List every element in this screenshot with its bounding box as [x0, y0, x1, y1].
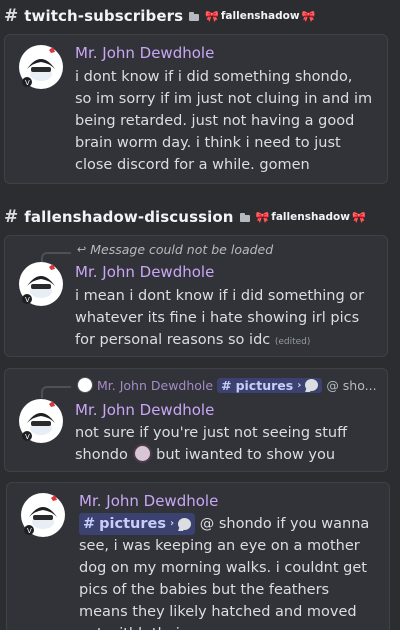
- reply-arrow-icon: ↩: [77, 243, 87, 256]
- avatar-art: V: [22, 494, 64, 536]
- thread-bubble-icon: [305, 379, 319, 391]
- message-card[interactable]: V Mr. John Dewdhole i dont know if i did…: [4, 34, 388, 184]
- svg-text:V: V: [27, 527, 32, 535]
- avatar[interactable]: V: [19, 45, 63, 89]
- reply-author[interactable]: Mr. John Dewdhole: [97, 378, 213, 393]
- bow-icon: 🎀: [351, 210, 366, 224]
- folder-icon: [189, 11, 200, 21]
- message-text-line1: not sure if you're just not seeing stuff: [75, 425, 348, 441]
- message-body: not sure if you're just not seeing stuff…: [75, 422, 375, 466]
- message-text: i dont know if i did something shondo, s…: [75, 69, 373, 173]
- svg-text:V: V: [25, 433, 30, 441]
- message-text-line2: but iwanted to show you: [156, 447, 336, 463]
- server-tag[interactable]: 🎀 fallenshadow 🎀: [205, 10, 315, 22]
- bow-icon: 🎀: [255, 210, 270, 224]
- avatar-art: V: [20, 263, 62, 305]
- channel-hash-icon: #: [221, 377, 232, 393]
- avatar[interactable]: V: [19, 399, 63, 443]
- server-tag[interactable]: 🎀 fallenshadow 🎀: [256, 211, 366, 223]
- message-card[interactable]: Mr. John Dewdhole # pictures › @ sho... …: [4, 368, 388, 472]
- message-card[interactable]: V Mr. John Dewdhole # pictures › @ shond…: [6, 482, 390, 630]
- channel-hash-icon: #: [83, 516, 96, 532]
- reply-text: Message could not be loaded: [90, 242, 274, 257]
- edited-label: (edited): [274, 337, 311, 347]
- message-text-line1: @ shondo if you wanna: [199, 516, 370, 532]
- reply-connector: [41, 386, 71, 398]
- reply-preview[interactable]: Mr. John Dewdhole # pictures › @ sho...: [77, 377, 377, 393]
- channel-hash-icon: #: [4, 6, 19, 26]
- message-text-mention: shondo: [75, 447, 128, 463]
- chevron-right-icon: ›: [297, 379, 302, 391]
- channel-header-twitch-subscribers[interactable]: # twitch-subscribers 🎀 fallenshadow 🎀: [4, 6, 315, 26]
- channel-header-fallenshadow-discussion[interactable]: # fallenshadow-discussion 🎀 fallenshadow…: [4, 207, 366, 227]
- svg-text:V: V: [25, 296, 30, 304]
- reply-preview[interactable]: ↩ Message could not be loaded: [77, 242, 273, 257]
- server-name: fallenshadow: [220, 10, 300, 22]
- thread-bubble-icon: [178, 518, 192, 530]
- chevron-right-icon: ›: [169, 518, 175, 529]
- message-text: see, i was keeping an eye on a mother do…: [79, 538, 367, 630]
- message-author[interactable]: Mr. John Dewdhole: [75, 263, 214, 281]
- server-name: fallenshadow: [271, 211, 350, 223]
- avatar-art: V: [20, 46, 62, 88]
- reply-avatar: [77, 377, 93, 393]
- channel-hash-icon: #: [4, 207, 19, 227]
- channel-name[interactable]: twitch-subscribers: [24, 7, 183, 25]
- custom-emoji-icon: [132, 444, 152, 463]
- avatar-art: V: [20, 400, 62, 442]
- message-card[interactable]: ↩ Message could not be loaded V Mr. John…: [4, 235, 388, 357]
- channel-mention-chip[interactable]: # pictures ›: [217, 377, 323, 393]
- bow-icon: 🎀: [205, 9, 219, 23]
- channel-name[interactable]: fallenshadow-discussion: [24, 208, 233, 226]
- avatar[interactable]: V: [21, 493, 65, 537]
- channel-mention-chip[interactable]: # pictures ›: [79, 513, 196, 535]
- message-author[interactable]: Mr. John Dewdhole: [79, 492, 218, 510]
- message-author[interactable]: Mr. John Dewdhole: [75, 401, 214, 419]
- reply-snippet: @ sho...: [326, 377, 377, 393]
- message-author[interactable]: Mr. John Dewdhole: [75, 44, 214, 62]
- avatar[interactable]: V: [19, 262, 63, 306]
- message-body: i mean i dont know if i did something or…: [75, 285, 375, 353]
- message-text: i mean i dont know if i did something or…: [75, 288, 365, 348]
- bow-icon: 🎀: [301, 9, 316, 23]
- channel-mention-name: pictures: [235, 377, 294, 393]
- svg-text:V: V: [25, 79, 30, 87]
- message-body: # pictures › @ shondo if you wanna see, …: [79, 513, 379, 630]
- folder-icon: [239, 212, 250, 222]
- channel-mention-name: pictures: [99, 516, 166, 532]
